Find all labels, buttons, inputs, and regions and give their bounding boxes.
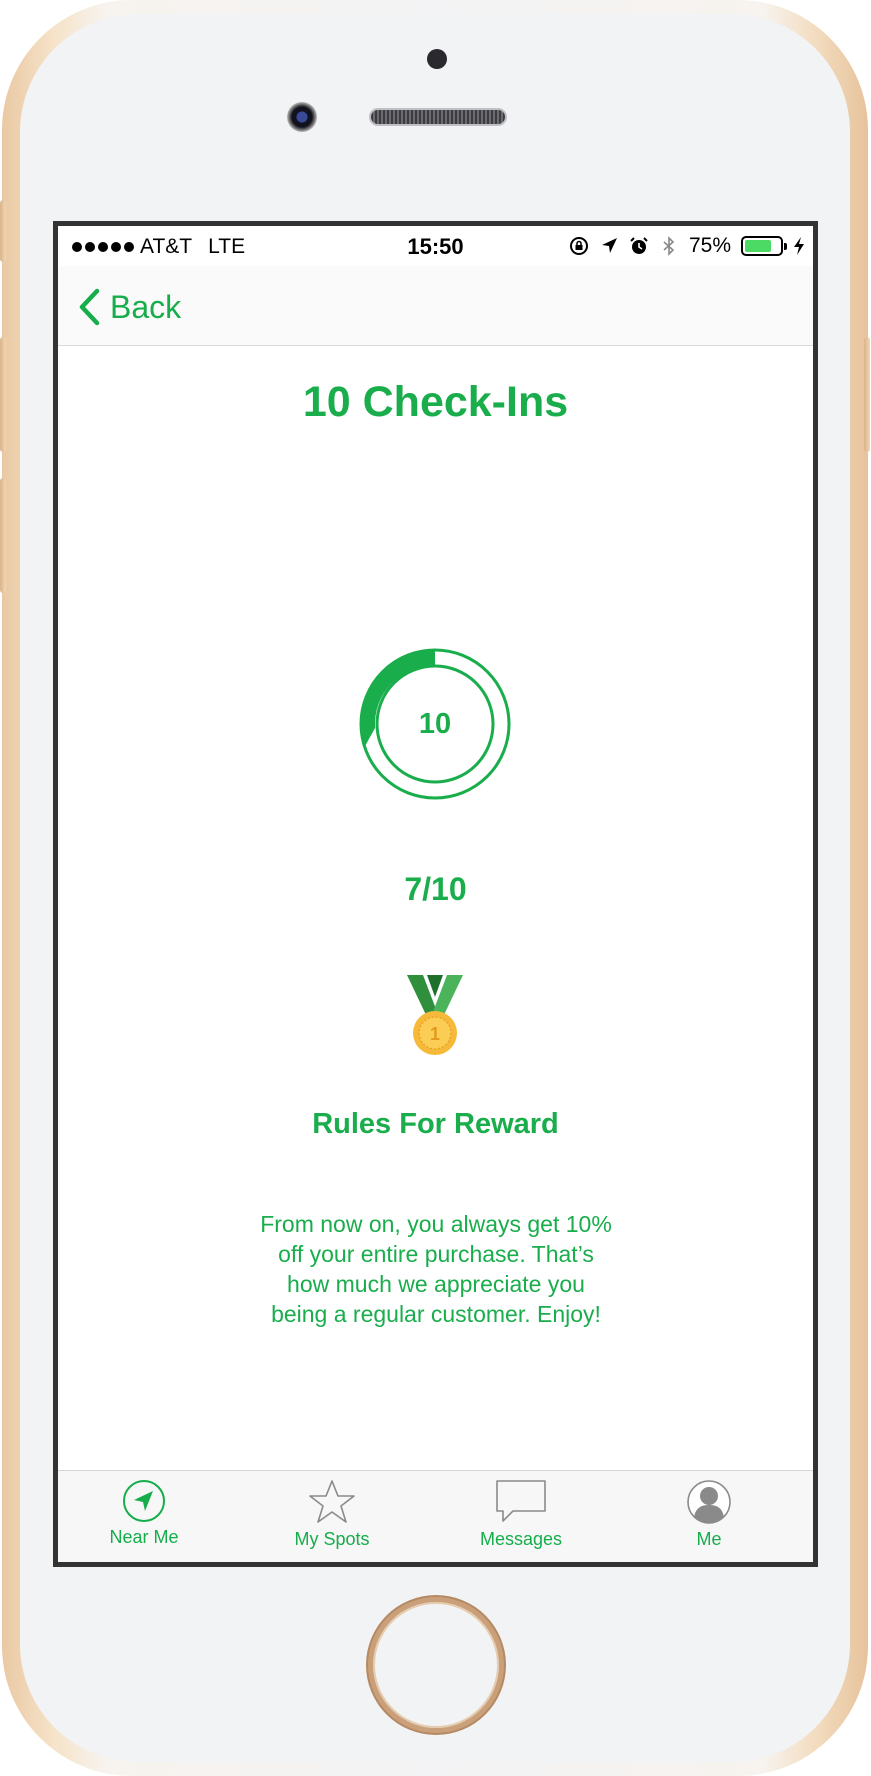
first-place-medal-icon: 1 bbox=[407, 975, 463, 1055]
front-camera bbox=[287, 102, 317, 132]
battery-fill bbox=[745, 240, 771, 252]
check-in-progress: 7/10 bbox=[404, 871, 467, 907]
status-bar-right: 75% bbox=[569, 234, 805, 258]
tab-messages[interactable]: Messages bbox=[451, 1479, 591, 1562]
tab-label: Messages bbox=[479, 1529, 563, 1549]
power-button bbox=[864, 337, 870, 452]
tab-label: Near Me bbox=[109, 1527, 179, 1547]
svg-text:1: 1 bbox=[430, 1024, 440, 1044]
tab-near-me[interactable]: Near Me bbox=[74, 1479, 214, 1562]
volume-down-button bbox=[0, 478, 6, 593]
tab-me[interactable]: Me bbox=[639, 1479, 779, 1562]
tab-label: Me bbox=[696, 1529, 722, 1549]
battery-icon bbox=[741, 236, 787, 256]
mute-switch bbox=[0, 200, 6, 262]
back-button[interactable]: Back bbox=[78, 288, 181, 326]
chat-bubble-icon bbox=[496, 1480, 546, 1522]
bluetooth-icon bbox=[663, 236, 675, 256]
proximity-sensor bbox=[427, 49, 447, 69]
volume-up-button bbox=[0, 337, 6, 452]
rules-title: Rules For Reward bbox=[312, 1108, 559, 1140]
navigation-bar: Back bbox=[58, 266, 813, 346]
chevron-left-icon bbox=[79, 288, 100, 326]
home-button[interactable] bbox=[368, 1597, 504, 1733]
earpiece-speaker bbox=[369, 108, 507, 126]
page-title: 10 Check-Ins bbox=[302, 378, 569, 426]
tab-label: My Spots bbox=[294, 1529, 370, 1549]
charging-bolt-icon bbox=[794, 237, 804, 255]
back-label: Back bbox=[110, 288, 182, 325]
star-icon bbox=[309, 1480, 355, 1523]
tab-my-spots[interactable]: My Spots bbox=[262, 1479, 402, 1562]
orientation-lock-icon bbox=[569, 237, 588, 255]
screen: AT&T LTE 15:50 75% Back 10 Check-Ins 10 … bbox=[53, 221, 818, 1567]
user-avatar-icon bbox=[687, 1480, 731, 1524]
status-bar: AT&T LTE 15:50 75% bbox=[58, 226, 813, 266]
rules-description: From now on, you always get 10% off your… bbox=[260, 1211, 612, 1327]
tab-bar: Near Me My Spots Messages Me bbox=[58, 1470, 813, 1562]
location-arrow-icon bbox=[123, 1480, 165, 1522]
battery-percent: 75% bbox=[688, 234, 731, 257]
progress-ring-label: 10 bbox=[418, 707, 452, 740]
alarm-icon bbox=[630, 237, 648, 254]
location-arrow-icon bbox=[601, 238, 617, 253]
